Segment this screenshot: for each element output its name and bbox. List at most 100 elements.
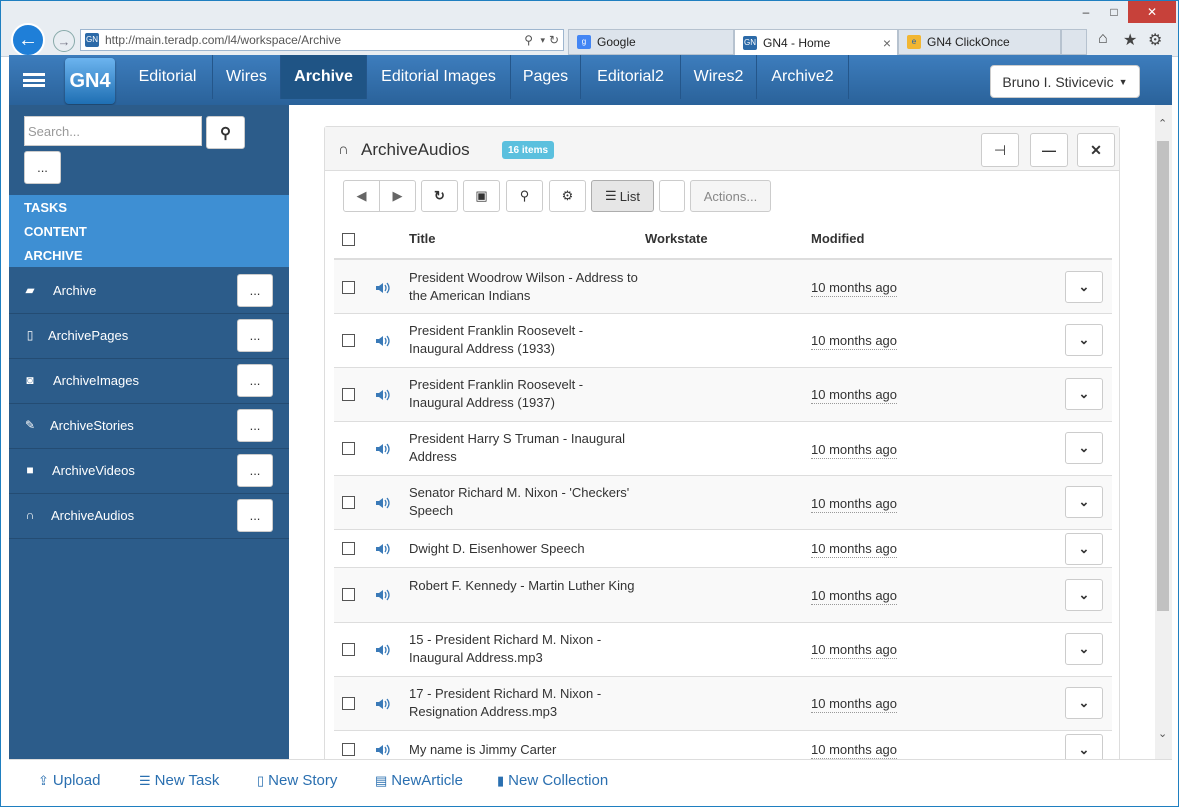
- sidebar-item-archiveaudios[interactable]: ∩ ArchiveAudios ...: [9, 494, 289, 539]
- row-menu-button[interactable]: ⌄: [1065, 579, 1103, 611]
- list-view-button[interactable]: ☰ List: [591, 180, 654, 212]
- search-input[interactable]: Search...: [24, 116, 202, 146]
- row-menu-button[interactable]: ⌄: [1065, 533, 1103, 565]
- nav-archive[interactable]: Archive: [281, 55, 367, 99]
- vertical-scrollbar[interactable]: ⌃ ⌄: [1155, 105, 1172, 759]
- row-title[interactable]: President Harry S Truman - Inaugural Add…: [409, 430, 639, 466]
- next-button[interactable]: ▶: [379, 180, 416, 212]
- nav-wires2[interactable]: Wires2: [681, 55, 757, 99]
- row-title[interactable]: President Franklin Roosevelt - Inaugural…: [409, 376, 639, 412]
- forward-icon[interactable]: →: [53, 30, 75, 52]
- table-row[interactable]: President Franklin Roosevelt - Inaugural…: [334, 313, 1112, 367]
- new-tab-button[interactable]: [1061, 29, 1087, 55]
- tab-gn4-home[interactable]: GN GN4 - Home ×: [734, 29, 898, 55]
- row-checkbox[interactable]: [342, 743, 355, 756]
- row-checkbox[interactable]: [342, 542, 355, 555]
- table-row[interactable]: Robert F. Kennedy - Martin Luther King 1…: [334, 567, 1112, 622]
- row-menu-button[interactable]: ⌄: [1065, 486, 1103, 518]
- row-checkbox[interactable]: [342, 388, 355, 401]
- home-icon[interactable]: ⌂: [1098, 30, 1108, 48]
- minimize-panel-button[interactable]: —: [1030, 133, 1068, 167]
- table-row[interactable]: President Harry S Truman - Inaugural Add…: [334, 421, 1112, 475]
- table-row[interactable]: President Woodrow Wilson - Address to th…: [334, 258, 1112, 313]
- pin-button[interactable]: ⊣: [981, 133, 1019, 167]
- scrollbar-thumb[interactable]: [1157, 141, 1169, 611]
- sidebar-more-button[interactable]: ...: [24, 151, 61, 184]
- column-workstate[interactable]: Workstate: [645, 231, 708, 246]
- search-icon[interactable]: ⚲: [524, 33, 533, 47]
- table-row[interactable]: President Franklin Roosevelt - Inaugural…: [334, 367, 1112, 421]
- table-row[interactable]: 17 - President Richard M. Nixon - Resign…: [334, 676, 1112, 730]
- row-title[interactable]: President Woodrow Wilson - Address to th…: [409, 269, 639, 305]
- scroll-down-icon[interactable]: ⌄: [1158, 727, 1167, 740]
- new-task-link[interactable]: ☰ New Task: [139, 772, 219, 789]
- tab-close-icon[interactable]: ×: [883, 35, 891, 51]
- section-archive[interactable]: ARCHIVE: [24, 248, 83, 263]
- table-row[interactable]: 15 - President Richard M. Nixon - Inaugu…: [334, 622, 1112, 676]
- row-menu-button[interactable]: ⌄: [1065, 378, 1103, 410]
- refresh-icon[interactable]: ↻: [549, 33, 559, 47]
- previous-button[interactable]: ◀: [343, 180, 380, 212]
- row-title[interactable]: 17 - President Richard M. Nixon - Resign…: [409, 685, 639, 721]
- search-button[interactable]: ⚲: [206, 116, 245, 149]
- row-title[interactable]: Senator Richard M. Nixon - 'Checkers' Sp…: [409, 484, 639, 520]
- row-title[interactable]: Dwight D. Eisenhower Speech: [409, 540, 639, 558]
- section-content[interactable]: CONTENT: [24, 224, 87, 239]
- gear-icon[interactable]: ⚙: [1148, 30, 1162, 50]
- row-checkbox[interactable]: [342, 334, 355, 347]
- table-row[interactable]: Senator Richard M. Nixon - 'Checkers' Sp…: [334, 475, 1112, 529]
- dropdown-icon[interactable]: ▾: [540, 35, 545, 46]
- close-panel-button[interactable]: ✕: [1077, 133, 1115, 167]
- more-button[interactable]: ...: [237, 364, 273, 397]
- refresh-button[interactable]: ↻: [421, 180, 458, 212]
- column-title[interactable]: Title: [409, 231, 436, 246]
- section-tasks[interactable]: TASKS: [24, 200, 67, 215]
- row-menu-button[interactable]: ⌄: [1065, 432, 1103, 464]
- row-checkbox[interactable]: [342, 588, 355, 601]
- row-menu-button[interactable]: ⌄: [1065, 633, 1103, 665]
- close-window-button[interactable]: ✕: [1128, 1, 1176, 23]
- row-checkbox[interactable]: [342, 281, 355, 294]
- sidebar-item-archivepages[interactable]: ▯ ArchivePages ...: [9, 314, 289, 359]
- row-checkbox[interactable]: [342, 697, 355, 710]
- more-button[interactable]: ...: [237, 409, 273, 442]
- new-article-link[interactable]: ▤ NewArticle: [375, 772, 463, 789]
- row-title[interactable]: 15 - President Richard M. Nixon - Inaugu…: [409, 631, 639, 667]
- more-button[interactable]: ...: [237, 499, 273, 532]
- select-all-checkbox[interactable]: [342, 233, 355, 246]
- nav-editorial-images[interactable]: Editorial Images: [367, 55, 511, 99]
- star-icon[interactable]: ★: [1123, 30, 1137, 50]
- sidebar-item-archivestories[interactable]: ✎ ArchiveStories ...: [9, 404, 289, 449]
- row-menu-button[interactable]: ⌄: [1065, 687, 1103, 719]
- row-checkbox[interactable]: [342, 643, 355, 656]
- user-menu-button[interactable]: Bruno I. Stivicevic ▼: [990, 65, 1140, 98]
- hamburger-menu-icon[interactable]: [23, 73, 45, 87]
- more-button[interactable]: ...: [237, 274, 273, 307]
- row-title[interactable]: President Franklin Roosevelt - Inaugural…: [409, 322, 639, 358]
- nav-editorial2[interactable]: Editorial2: [581, 55, 681, 99]
- tab-google[interactable]: g Google: [568, 29, 734, 55]
- upload-link[interactable]: ⇪ Upload: [38, 772, 100, 789]
- settings-button[interactable]: ⚙: [549, 180, 586, 212]
- sidebar-item-archivevideos[interactable]: ■ ArchiveVideos ...: [9, 449, 289, 494]
- actions-button[interactable]: Actions...: [690, 180, 771, 212]
- row-checkbox[interactable]: [342, 496, 355, 509]
- sidebar-item-archive[interactable]: ▰ Archive ...: [9, 269, 289, 314]
- sidebar-item-archiveimages[interactable]: ◙ ArchiveImages ...: [9, 359, 289, 404]
- new-collection-link[interactable]: ▮ New Collection: [497, 772, 608, 789]
- tab-gn4-clickonce[interactable]: e GN4 ClickOnce: [898, 29, 1061, 55]
- nav-wires[interactable]: Wires: [213, 55, 281, 99]
- save-button[interactable]: ▣: [463, 180, 500, 212]
- more-button[interactable]: ...: [237, 454, 273, 487]
- table-row[interactable]: Dwight D. Eisenhower Speech 10 months ag…: [334, 529, 1112, 567]
- new-story-link[interactable]: ▯ New Story: [257, 772, 337, 789]
- row-menu-button[interactable]: ⌄: [1065, 271, 1103, 303]
- nav-pages[interactable]: Pages: [511, 55, 581, 99]
- row-checkbox[interactable]: [342, 442, 355, 455]
- address-bar[interactable]: GN http://main.teradp.com/l4/workspace/A…: [80, 29, 564, 51]
- scroll-up-icon[interactable]: ⌃: [1158, 117, 1167, 130]
- zoom-button[interactable]: ⚲: [506, 180, 543, 212]
- nav-editorial[interactable]: Editorial: [123, 55, 213, 99]
- view-option-button[interactable]: [659, 180, 685, 212]
- more-button[interactable]: ...: [237, 319, 273, 352]
